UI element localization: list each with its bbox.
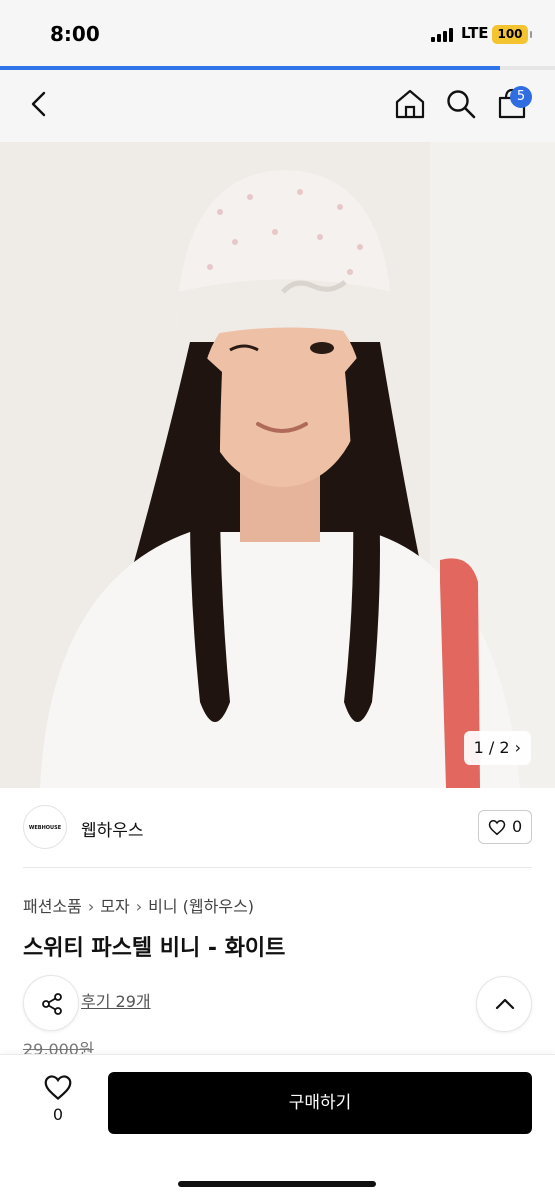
image-counter-label: 1 / 2 (473, 738, 510, 757)
chevron-up-icon (495, 998, 515, 1010)
breadcrumb-item[interactable]: 비니 (웹하우스) (148, 897, 254, 916)
product-image[interactable] (0, 142, 555, 788)
buy-button[interactable]: 구매하기 (108, 1072, 532, 1134)
divider (23, 867, 532, 868)
seller-logo[interactable]: WEBHOUSE (23, 805, 67, 849)
share-button[interactable] (23, 975, 79, 1031)
top-nav (0, 70, 555, 142)
status-time: 8:00 (50, 22, 100, 46)
cart-count-badge: 5 (510, 86, 532, 108)
chevron-right-icon: › (87, 897, 95, 916)
breadcrumb-item[interactable]: 모자 (100, 897, 129, 916)
battery-icon: 100 (492, 25, 532, 44)
breadcrumb: 패션소품 › 모자 › 비니 (웹하우스) (23, 893, 254, 917)
search-icon[interactable] (443, 86, 479, 122)
network-label: LTE (461, 24, 489, 42)
seller-row: WEBHOUSE 웹하우스 0 (0, 788, 555, 868)
battery-level: 100 (497, 27, 523, 41)
heart-icon (488, 819, 506, 836)
breadcrumb-item[interactable]: 패션소품 (23, 897, 82, 916)
wish-button[interactable]: 0 (38, 1074, 78, 1134)
wish-count: 0 (52, 1105, 64, 1124)
product-title: 스위티 파스텔 비니 - 화이트 (23, 936, 286, 961)
chevron-right-icon: › (135, 897, 143, 916)
seller-logo-text: WEBHOUSE (28, 825, 62, 831)
reviews-link[interactable]: 후기 29개 (81, 988, 151, 1012)
signal-icon (431, 26, 457, 42)
seller-like-count: 0 (512, 817, 523, 836)
image-counter[interactable]: 1 / 2 › (463, 731, 531, 765)
seller-like-button[interactable]: 0 (478, 810, 532, 844)
heart-icon (44, 1075, 72, 1101)
scroll-top-button[interactable] (476, 976, 532, 1032)
chevron-right-icon: › (514, 738, 521, 757)
home-indicator (178, 1181, 376, 1187)
home-icon[interactable] (392, 86, 428, 122)
seller-name[interactable]: 웹하우스 (81, 816, 144, 841)
back-arrow-icon[interactable] (22, 86, 58, 122)
product-photo (0, 142, 555, 788)
status-bar: 8:00 LTE 100 (0, 0, 555, 66)
share-icon (42, 993, 62, 1015)
